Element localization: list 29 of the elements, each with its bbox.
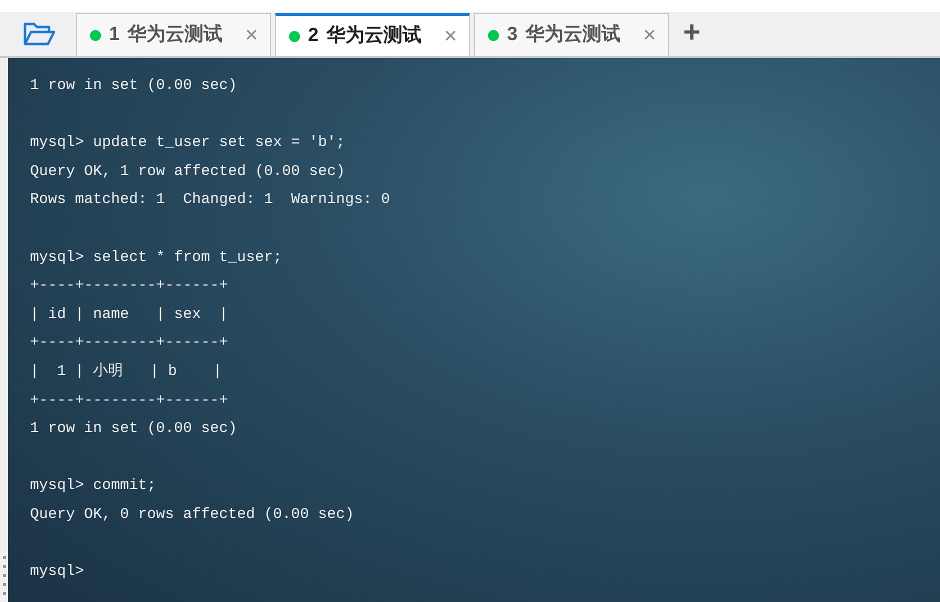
close-icon[interactable]: ×: [444, 25, 457, 47]
terminal-line: +----+--------+------+: [30, 276, 228, 296]
close-icon[interactable]: ×: [245, 24, 258, 46]
terminal-line: +----+--------+------+: [30, 390, 228, 411]
terminal-line: | 1 | 小明 | b |: [30, 362, 222, 382]
tab[interactable]: 1 华为云测试 ×: [76, 13, 271, 56]
tab-number: 3: [507, 22, 518, 47]
terminal-line: Query OK, 1 row affected (0.00 sec): [30, 162, 346, 182]
close-icon[interactable]: ×: [643, 24, 656, 46]
terminal-line: +----+--------+------+: [30, 333, 228, 354]
tab[interactable]: 3 华为云测试 ×: [474, 13, 669, 56]
resize-handle[interactable]: [0, 58, 8, 602]
terminal-line: mysql> update t_user set sex = 'b';: [30, 133, 346, 154]
terminal-line: mysql> select * from t_user;: [30, 248, 282, 268]
terminal-line: | id | name | sex |: [30, 304, 228, 325]
tab-label: 华为云测试: [326, 24, 423, 48]
tab-number: 1: [109, 22, 120, 47]
terminal-line: Query OK, 0 rows affected (0.00 sec): [30, 504, 354, 525]
tab-label: 华为云测试: [526, 22, 622, 47]
terminal-line: 1 row in set (0.00 sec): [30, 419, 238, 440]
terminal-line: mysql>: [30, 562, 84, 582]
terminal-line: 1 row in set (0.00 sec): [30, 76, 238, 96]
folder-icon[interactable]: [22, 20, 56, 48]
tab-number: 2: [308, 24, 319, 48]
terminal-line: Rows matched: 1 Changed: 1 Warnings: 0: [30, 190, 390, 210]
new-tab-button[interactable]: +: [683, 18, 701, 48]
terminal-line: mysql> commit;: [30, 476, 156, 496]
tab-label: 华为云测试: [128, 22, 224, 47]
tab[interactable]: 2 华为云测试 ×: [275, 13, 470, 56]
